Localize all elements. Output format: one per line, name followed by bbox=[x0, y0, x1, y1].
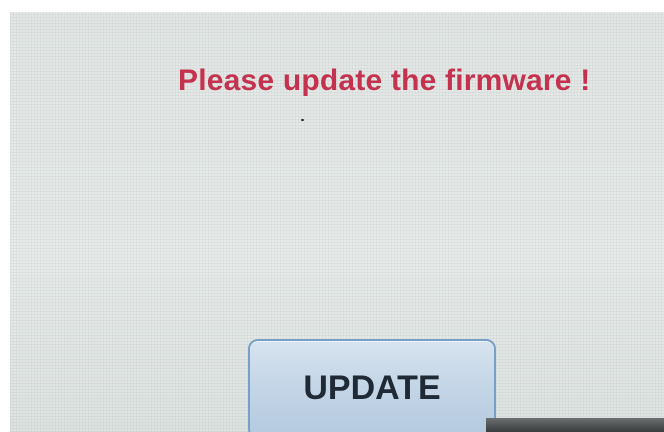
device-bezel-edge bbox=[486, 418, 664, 432]
device-frame: Please update the firmware ! UPDATE bbox=[0, 0, 664, 432]
device-screen: Please update the firmware ! UPDATE bbox=[10, 12, 664, 432]
screen-speck bbox=[301, 119, 304, 121]
update-button[interactable]: UPDATE bbox=[248, 339, 496, 432]
firmware-update-message: Please update the firmware ! bbox=[178, 64, 591, 97]
